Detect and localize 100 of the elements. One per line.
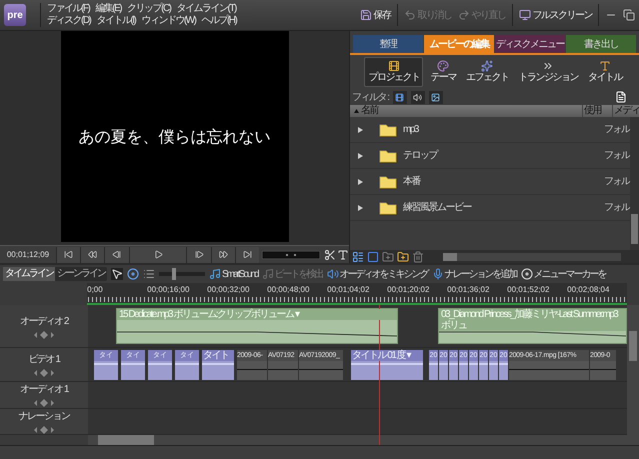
ruler-label: 00;01;04;02 — [327, 284, 370, 296]
slider-thumb[interactable] — [172, 268, 176, 280]
text-icon — [337, 248, 349, 260]
timeline-action[interactable]: オーディオをミキシング — [326, 266, 428, 282]
fast-forward-icon — [218, 250, 228, 259]
panel-tab[interactable]: ディスクメニュー — [495, 35, 565, 53]
pointer-icon — [111, 268, 123, 280]
expand-arrow-icon[interactable] — [358, 178, 363, 184]
mixer-icon — [326, 268, 339, 280]
column-header[interactable]: 使用 — [582, 105, 612, 117]
folder-icon — [382, 250, 394, 262]
project-row[interactable]: mp3 フォル — [350, 117, 630, 143]
scrollbar[interactable] — [627, 305, 639, 445]
step-forward-button[interactable] — [186, 246, 211, 262]
timeline-tab[interactable]: タイムライン — [3, 267, 55, 281]
arrows-icon — [542, 60, 554, 72]
audio-filter-button[interactable] — [410, 90, 425, 104]
folder-icon — [379, 174, 397, 188]
column-header[interactable]: 名前 — [361, 105, 378, 117]
jump-end-icon — [242, 250, 252, 259]
rewind-button[interactable] — [80, 246, 104, 262]
item-type: フォル — [604, 123, 630, 137]
menu-item[interactable]: ファイル(F) — [47, 3, 90, 15]
step-back-icon — [112, 250, 122, 259]
monitor-icon — [518, 9, 530, 21]
play-icon — [154, 250, 162, 259]
folder-icon — [379, 200, 397, 214]
project-row[interactable]: 練習風景ムービー フォル — [350, 195, 630, 221]
keyframe-nav-icon[interactable] — [33, 426, 55, 434]
expand-arrow-icon[interactable] — [358, 126, 363, 132]
panel-tab[interactable]: 書き出し — [566, 35, 636, 53]
view-button[interactable]: トランジション — [515, 57, 581, 87]
scrollbar[interactable] — [630, 117, 639, 250]
new-folder-icon — [397, 250, 409, 262]
jump-end-button[interactable] — [234, 246, 259, 262]
menu-item[interactable]: ウィンドウ(W) — [141, 15, 196, 27]
image-filter-button[interactable] — [428, 90, 443, 104]
folder-icon — [379, 148, 397, 162]
jump-start-button[interactable] — [56, 246, 80, 262]
icon-view-icon — [367, 250, 379, 262]
view-button[interactable]: テーマ — [427, 57, 459, 87]
expand-arrow-icon[interactable] — [358, 152, 363, 158]
view-button[interactable]: タイトル — [584, 57, 625, 87]
timeline-action[interactable]: SmartSound — [209, 266, 258, 282]
restore-icon — [623, 9, 635, 21]
keyframe-nav-icon[interactable] — [33, 330, 55, 339]
folder-icon — [379, 122, 397, 136]
scrollbar[interactable] — [88, 435, 627, 445]
keyframe-nav-icon[interactable] — [33, 369, 55, 378]
item-name: mp3 — [403, 123, 420, 137]
ruler-label: 00;01;52;02 — [507, 284, 550, 296]
rewind-icon — [88, 250, 98, 259]
track-name: オーディオ 2 — [20, 314, 68, 329]
item-type: フォル — [604, 149, 630, 163]
project-row[interactable]: テロップ フォル — [350, 143, 630, 169]
fullscreen-button[interactable]: フルスクリーン — [518, 8, 592, 22]
caption-text: あの夏を、僕らは忘れない — [78, 126, 270, 148]
timeline-action[interactable]: ナレーションを追加 — [432, 266, 517, 282]
theme-icon — [437, 60, 449, 72]
menu-item[interactable]: 編集(E) — [95, 3, 122, 15]
expand-arrow-icon[interactable] — [358, 204, 363, 210]
track-name: ビデオ 1 — [28, 353, 60, 368]
new-item-icon — [615, 91, 627, 103]
redo-icon — [458, 9, 470, 21]
ruler-label: 00;00;32;00 — [207, 284, 250, 296]
keyframe-nav-icon[interactable] — [33, 399, 55, 408]
menu-item[interactable]: ヘルプ(H) — [201, 15, 236, 27]
track-name: ナレーション — [18, 410, 70, 424]
title-icon — [598, 60, 611, 72]
microphone-icon — [432, 268, 444, 280]
scrollbar[interactable] — [443, 252, 621, 260]
item-type: フォル — [604, 175, 630, 189]
view-button[interactable]: エフェクト — [462, 57, 512, 87]
item-name: 本番 — [403, 174, 422, 189]
menu-item[interactable]: クリップ(C) — [127, 3, 171, 15]
panel-tab[interactable]: 整理 — [353, 35, 423, 53]
ruler-label: 0;00 — [87, 284, 104, 296]
menu-item[interactable]: ディスク(D) — [47, 15, 90, 27]
filter-label: フィルタ : — [352, 90, 389, 104]
fast-forward-button[interactable] — [210, 246, 235, 262]
view-button[interactable]: プロジェクト — [364, 57, 424, 87]
list-view-icon — [352, 250, 364, 262]
disc-icon — [520, 268, 533, 280]
ruler-label: 00;00;48;00 — [267, 284, 310, 296]
ruler-label: 00;01;20;02 — [387, 284, 430, 296]
menu-item[interactable]: タイムライン(T) — [176, 3, 236, 15]
track-name: オーディオ 1 — [20, 383, 68, 398]
save-button[interactable]: 保存 — [360, 8, 390, 22]
step-back-button[interactable] — [104, 246, 129, 262]
project-row[interactable]: 本番 フォル — [350, 169, 630, 195]
item-name: 練習風景ムービー — [403, 200, 472, 215]
clip-label: 03_Diamond Princess_加藤ミリヤ-Last Summer.mp3 ボリュ — [439, 309, 626, 332]
trash-icon — [412, 250, 424, 262]
undo-icon — [404, 9, 416, 21]
item-type: フォル — [604, 201, 630, 215]
video-filter-button[interactable] — [392, 90, 407, 104]
ruler-label: 00;02;08;04 — [567, 284, 610, 296]
menu-item[interactable]: タイトル(I) — [96, 15, 136, 27]
timeline-tab[interactable]: シーンライン — [55, 267, 107, 281]
timeline-action[interactable]: メニューマーカーを — [520, 266, 606, 282]
